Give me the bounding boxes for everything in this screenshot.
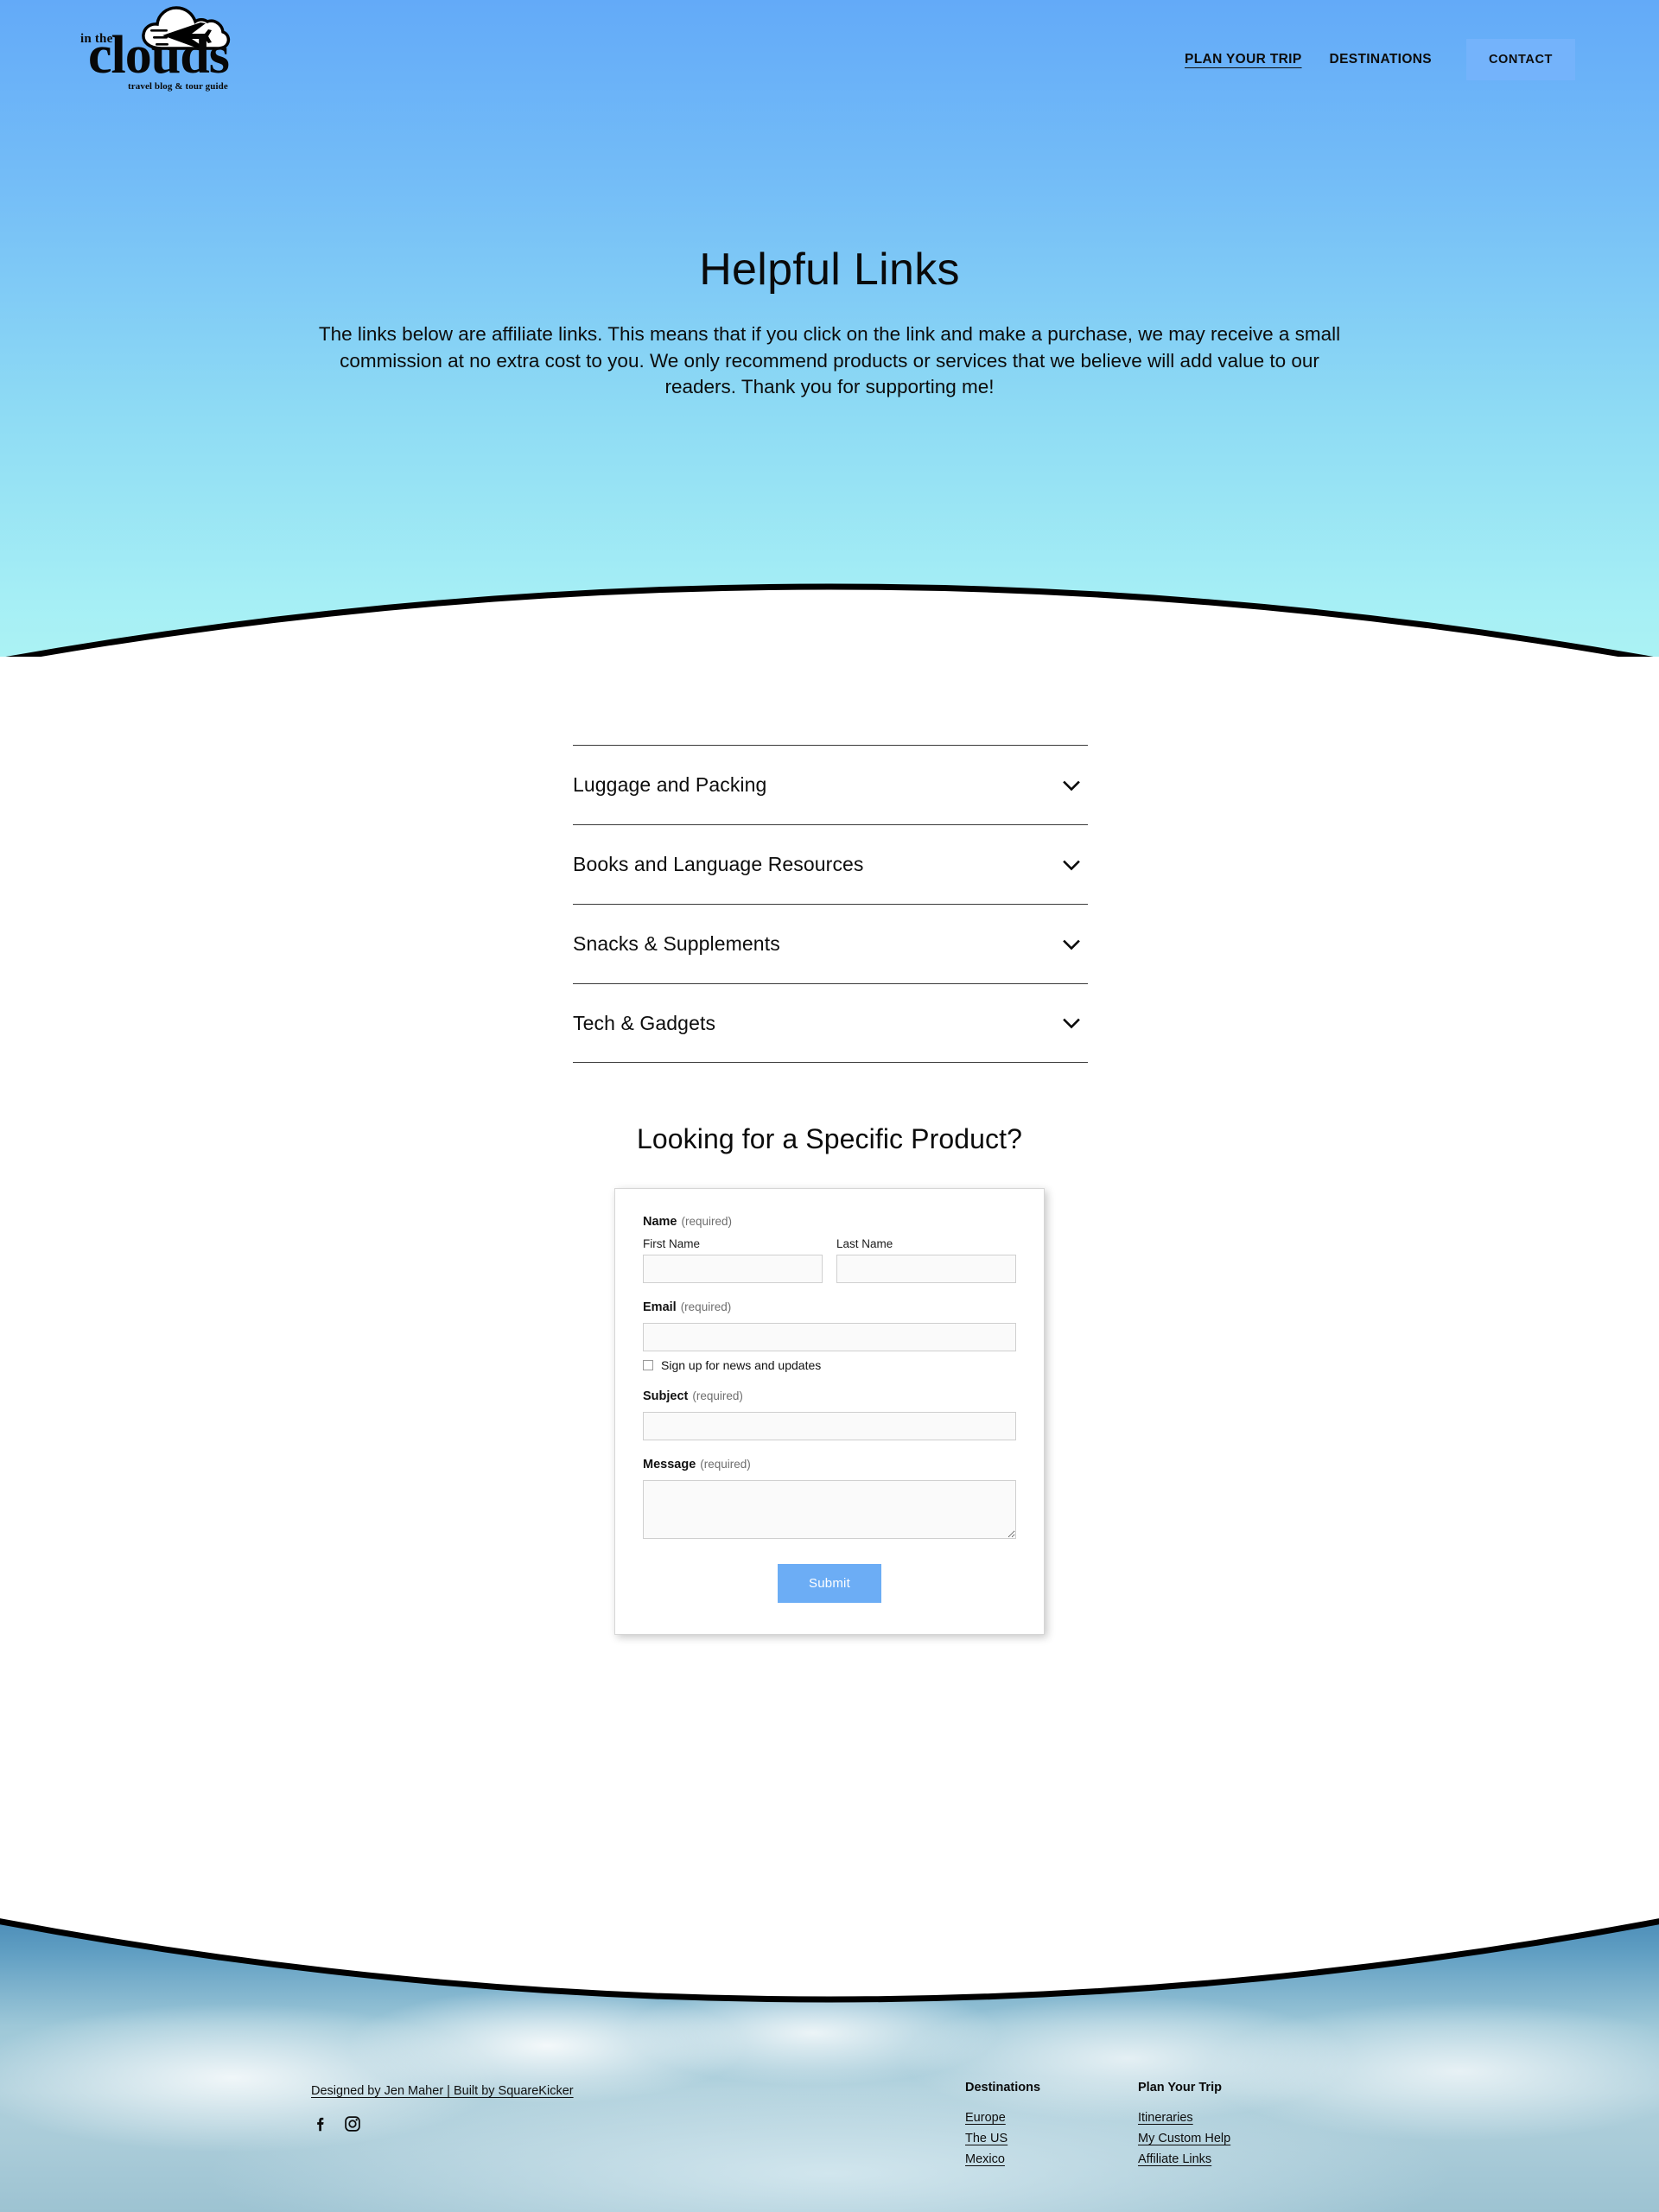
footer-column-destinations: Destinations Europe The US Mexico [965, 2081, 1040, 2173]
newsletter-checkbox-label: Sign up for news and updates [661, 1358, 822, 1372]
first-name-col: First Name [643, 1237, 823, 1283]
first-name-label: First Name [643, 1237, 701, 1250]
footer-column-plan-your-trip: Plan Your Trip Itineraries My Custom Hel… [1138, 2081, 1230, 2173]
footer-link-europe[interactable]: Europe [965, 2111, 1040, 2125]
footer-column-title: Plan Your Trip [1138, 2081, 1222, 2094]
message-required-marker: (required) [700, 1458, 751, 1471]
contact-button[interactable]: CONTACT [1465, 39, 1575, 80]
accordion-label: Books and Language Resources [573, 853, 864, 875]
site-header: in the clouds travel blog & tour guide P… [0, 0, 1659, 105]
chevron-down-icon[interactable] [1060, 933, 1083, 956]
accordion-item-luggage-and-packing[interactable]: Luggage and Packing [573, 745, 1088, 824]
page-title: Helpful Links [699, 245, 960, 295]
last-name-col: Last Name [836, 1237, 1016, 1283]
last-name-label: Last Name [836, 1237, 893, 1250]
message-textarea[interactable] [643, 1480, 1016, 1539]
instagram-icon[interactable] [343, 2114, 362, 2133]
email-legend: Email (required) [643, 1300, 1016, 1314]
page-root: in the clouds travel blog & tour guide P… [0, 0, 1659, 2212]
subject-field-group: Subject (required) [643, 1389, 1016, 1440]
footer-credit-link[interactable]: Designed by Jen Maher | Built by SquareK… [311, 2084, 574, 2098]
footer-link-the-us[interactable]: The US [965, 2132, 1040, 2145]
footer-link-itineraries[interactable]: Itineraries [1138, 2111, 1230, 2125]
footer-link-my-custom-help[interactable]: My Custom Help [1138, 2132, 1230, 2145]
site-footer [0, 1892, 1659, 2212]
footer-social-links [311, 2114, 362, 2133]
accordion-label: Snacks & Supplements [573, 932, 780, 955]
name-inputs-row: First Name Last Name [643, 1237, 1016, 1283]
accordion-label: Tech & Gadgets [573, 1011, 716, 1034]
name-legend: Name (required) [643, 1215, 1016, 1229]
form-heading: Looking for a Specific Product? [636, 1123, 1023, 1154]
product-request-form: Name (required) First Name Last Name Emai… [614, 1188, 1045, 1635]
newsletter-checkbox[interactable] [643, 1360, 653, 1370]
subject-legend: Subject (required) [643, 1389, 1016, 1403]
submit-button[interactable]: Submit [778, 1564, 881, 1603]
last-name-input[interactable] [836, 1255, 1016, 1283]
logo-wordmark: clouds [88, 26, 230, 85]
subject-input[interactable] [643, 1412, 1016, 1440]
main-navigation: PLAN YOUR TRIP DESTINATIONS CONTACT [1185, 37, 1575, 82]
footer-link-mexico[interactable]: Mexico [965, 2152, 1040, 2166]
email-input[interactable] [643, 1323, 1016, 1351]
name-legend-text: Name [643, 1215, 677, 1229]
message-legend: Message (required) [643, 1458, 1016, 1471]
email-required-marker: (required) [680, 1300, 732, 1313]
facebook-icon[interactable] [311, 2114, 330, 2133]
accordion-label: Luggage and Packing [573, 773, 767, 796]
nav-item-plan-your-trip[interactable]: PLAN YOUR TRIP [1185, 52, 1302, 67]
email-field-group: Email (required) Sign up for news and upd… [643, 1300, 1016, 1372]
subject-legend-text: Subject [643, 1389, 689, 1403]
site-logo[interactable]: in the clouds travel blog & tour guide [79, 5, 265, 102]
name-field-group: Name (required) First Name Last Name [643, 1215, 1016, 1283]
affiliate-category-accordion: Luggage and Packing Books and Language R… [573, 745, 1088, 1063]
hero-description: The links below are affiliate links. Thi… [318, 323, 1341, 397]
first-name-input[interactable] [643, 1255, 823, 1283]
submit-row: Submit [643, 1564, 1016, 1603]
subject-required-marker: (required) [692, 1389, 743, 1402]
accordion-item-tech-and-gadgets[interactable]: Tech & Gadgets [573, 983, 1088, 1063]
newsletter-optin-row[interactable]: Sign up for news and updates [643, 1358, 1016, 1372]
footer-sky-background [0, 1892, 1659, 2212]
accordion-item-snacks-and-supplements[interactable]: Snacks & Supplements [573, 904, 1088, 983]
nav-item-destinations[interactable]: DESTINATIONS [1330, 52, 1432, 67]
accordion-item-books-and-language-resources[interactable]: Books and Language Resources [573, 824, 1088, 904]
message-field-group: Message (required) [643, 1458, 1016, 1543]
name-required-marker: (required) [681, 1215, 733, 1228]
footer-link-affiliate-links[interactable]: Affiliate Links [1138, 2152, 1230, 2166]
chevron-down-icon[interactable] [1060, 854, 1083, 876]
chevron-down-icon[interactable] [1060, 1012, 1083, 1034]
footer-column-title: Destinations [965, 2081, 1041, 2094]
message-legend-text: Message [643, 1458, 696, 1471]
logo-tagline: travel blog & tour guide [128, 81, 228, 92]
email-legend-text: Email [643, 1300, 677, 1314]
chevron-down-icon[interactable] [1060, 774, 1083, 797]
